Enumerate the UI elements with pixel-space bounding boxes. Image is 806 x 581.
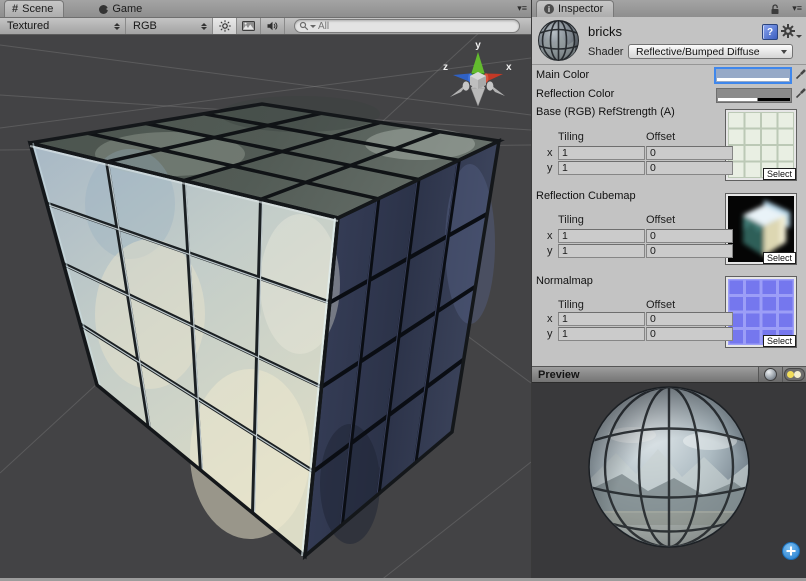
scene-tabbar: # Scene Game ▾≡ xyxy=(0,0,531,18)
offset-header: Offset xyxy=(646,214,675,226)
shader-label: Shader xyxy=(588,46,623,58)
settings-menu-button[interactable] xyxy=(781,24,802,38)
x-row-label: x xyxy=(547,313,553,325)
game-icon xyxy=(99,5,108,14)
axis-gizmo[interactable]: y x z xyxy=(443,40,512,106)
shader-value: Reflective/Bumped Diffuse xyxy=(636,46,760,58)
scene-viewport[interactable]: y x z xyxy=(0,34,531,578)
normalmap-tiling-y-input[interactable] xyxy=(558,327,645,341)
eyedropper-icon[interactable] xyxy=(795,87,806,99)
cubemap-offset-y-input[interactable] xyxy=(646,244,733,258)
render-mode-value: RGB xyxy=(133,20,157,32)
image-icon xyxy=(242,21,255,31)
x-row-label: x xyxy=(547,147,553,159)
render-mode-dropdown[interactable]: RGB xyxy=(126,18,213,34)
tiling-header: Tiling xyxy=(558,299,584,311)
offset-header: Offset xyxy=(646,131,675,143)
main-color-label: Main Color xyxy=(536,69,589,81)
preview-shape-button[interactable] xyxy=(758,367,782,382)
axis-y-cone[interactable] xyxy=(472,52,485,73)
add-preview-button[interactable] xyxy=(783,543,800,560)
sphere-icon xyxy=(764,368,777,381)
x-row-label: x xyxy=(547,230,553,242)
tab-game-label: Game xyxy=(112,3,142,15)
axis-z-label: z xyxy=(443,62,448,73)
normalmap-select-button[interactable]: Select xyxy=(763,335,796,347)
base-tiling-y-input[interactable] xyxy=(558,161,645,175)
lights-icon xyxy=(784,368,805,381)
main-color-swatch[interactable] xyxy=(716,69,790,82)
info-icon: i xyxy=(544,4,554,14)
cubemap-select-button[interactable]: Select xyxy=(763,252,796,264)
gear-icon xyxy=(781,24,795,38)
magnifier-icon xyxy=(299,21,309,31)
axis-x-label: x xyxy=(506,62,512,73)
skybox-toggle-button[interactable] xyxy=(237,18,261,34)
base-texture-select-button[interactable]: Select xyxy=(763,168,796,180)
base-texture-thumbnail[interactable]: Select xyxy=(725,109,797,181)
cubemap-tiling-y-input[interactable] xyxy=(558,244,645,258)
inspector-pane: i Inspector ▾≡ xyxy=(531,0,806,578)
chevron-down-icon xyxy=(781,50,787,54)
offset-header: Offset xyxy=(646,299,675,311)
inspector-tabbar: i Inspector ▾≡ xyxy=(532,0,806,18)
eyedropper-icon[interactable] xyxy=(795,68,806,80)
cubemap-thumbnail[interactable]: Select xyxy=(725,193,797,265)
preview-area[interactable] xyxy=(532,382,806,579)
search-input[interactable] xyxy=(316,21,513,32)
tab-scene[interactable]: # Scene xyxy=(4,0,64,17)
tab-scene-label: Scene xyxy=(22,3,53,15)
sun-icon xyxy=(219,20,231,32)
pane-menu-icon[interactable]: ▾≡ xyxy=(517,3,527,13)
reflection-cubemap-label: Reflection Cubemap xyxy=(536,190,636,202)
normalmap-offset-x-input[interactable] xyxy=(646,312,733,326)
chevron-down-icon xyxy=(796,35,802,38)
tab-inspector[interactable]: i Inspector xyxy=(536,0,614,17)
chevron-updown-icon xyxy=(201,23,207,30)
tab-inspector-label: Inspector xyxy=(558,3,603,15)
chevron-updown-icon xyxy=(114,23,120,30)
pane-menu-icon[interactable]: ▾≡ xyxy=(792,3,802,13)
normalmap-tiling-x-input[interactable] xyxy=(558,312,645,326)
search-field[interactable] xyxy=(294,19,520,33)
preview-sphere[interactable] xyxy=(532,383,806,579)
y-row-label: y xyxy=(547,162,553,174)
base-offset-x-input[interactable] xyxy=(646,146,733,160)
material-header: bricks Shader Reflective/Bumped Diffuse … xyxy=(532,17,806,65)
reflection-color-swatch[interactable] xyxy=(716,88,792,103)
draw-mode-dropdown[interactable]: Textured xyxy=(0,18,126,34)
help-book-icon[interactable]: ? xyxy=(762,24,778,40)
material-name: bricks xyxy=(588,24,622,39)
base-offset-y-input[interactable] xyxy=(646,161,733,175)
preview-title: Preview xyxy=(538,369,758,381)
cubemap-offset-x-input[interactable] xyxy=(646,229,733,243)
draw-mode-value: Textured xyxy=(7,20,49,32)
lock-icon[interactable] xyxy=(770,4,780,15)
unity-editor-window: # Scene Game ▾≡ Textured RGB xyxy=(0,0,806,581)
grid-icon: # xyxy=(12,3,18,15)
cubemap-tiling-x-input[interactable] xyxy=(558,229,645,243)
speaker-icon xyxy=(267,21,279,31)
audio-toggle-button[interactable] xyxy=(261,18,285,34)
tab-game[interactable]: Game xyxy=(92,1,152,17)
normalmap-offset-y-input[interactable] xyxy=(646,327,733,341)
base-tiling-x-input[interactable] xyxy=(558,146,645,160)
y-row-label: y xyxy=(547,328,553,340)
reflection-color-label: Reflection Color xyxy=(536,88,614,100)
cube-object[interactable] xyxy=(30,96,499,556)
scene-toolbar: Textured RGB xyxy=(0,18,531,35)
tiling-header: Tiling xyxy=(558,214,584,226)
base-texture-label: Base (RGB) RefStrength (A) xyxy=(536,106,675,118)
axis-y-label: y xyxy=(475,40,481,51)
shader-dropdown[interactable]: Reflective/Bumped Diffuse xyxy=(628,44,793,59)
y-row-label: y xyxy=(547,245,553,257)
scene-pane: # Scene Game ▾≡ Textured RGB xyxy=(0,0,531,578)
material-preview-thumbnail xyxy=(537,19,580,62)
preview-header[interactable]: Preview xyxy=(532,366,806,383)
normalmap-label: Normalmap xyxy=(536,275,593,287)
tiling-header: Tiling xyxy=(558,131,584,143)
preview-lighting-button[interactable] xyxy=(782,367,806,382)
lighting-toggle-button[interactable] xyxy=(213,18,237,34)
normalmap-thumbnail[interactable]: Select xyxy=(725,276,797,348)
